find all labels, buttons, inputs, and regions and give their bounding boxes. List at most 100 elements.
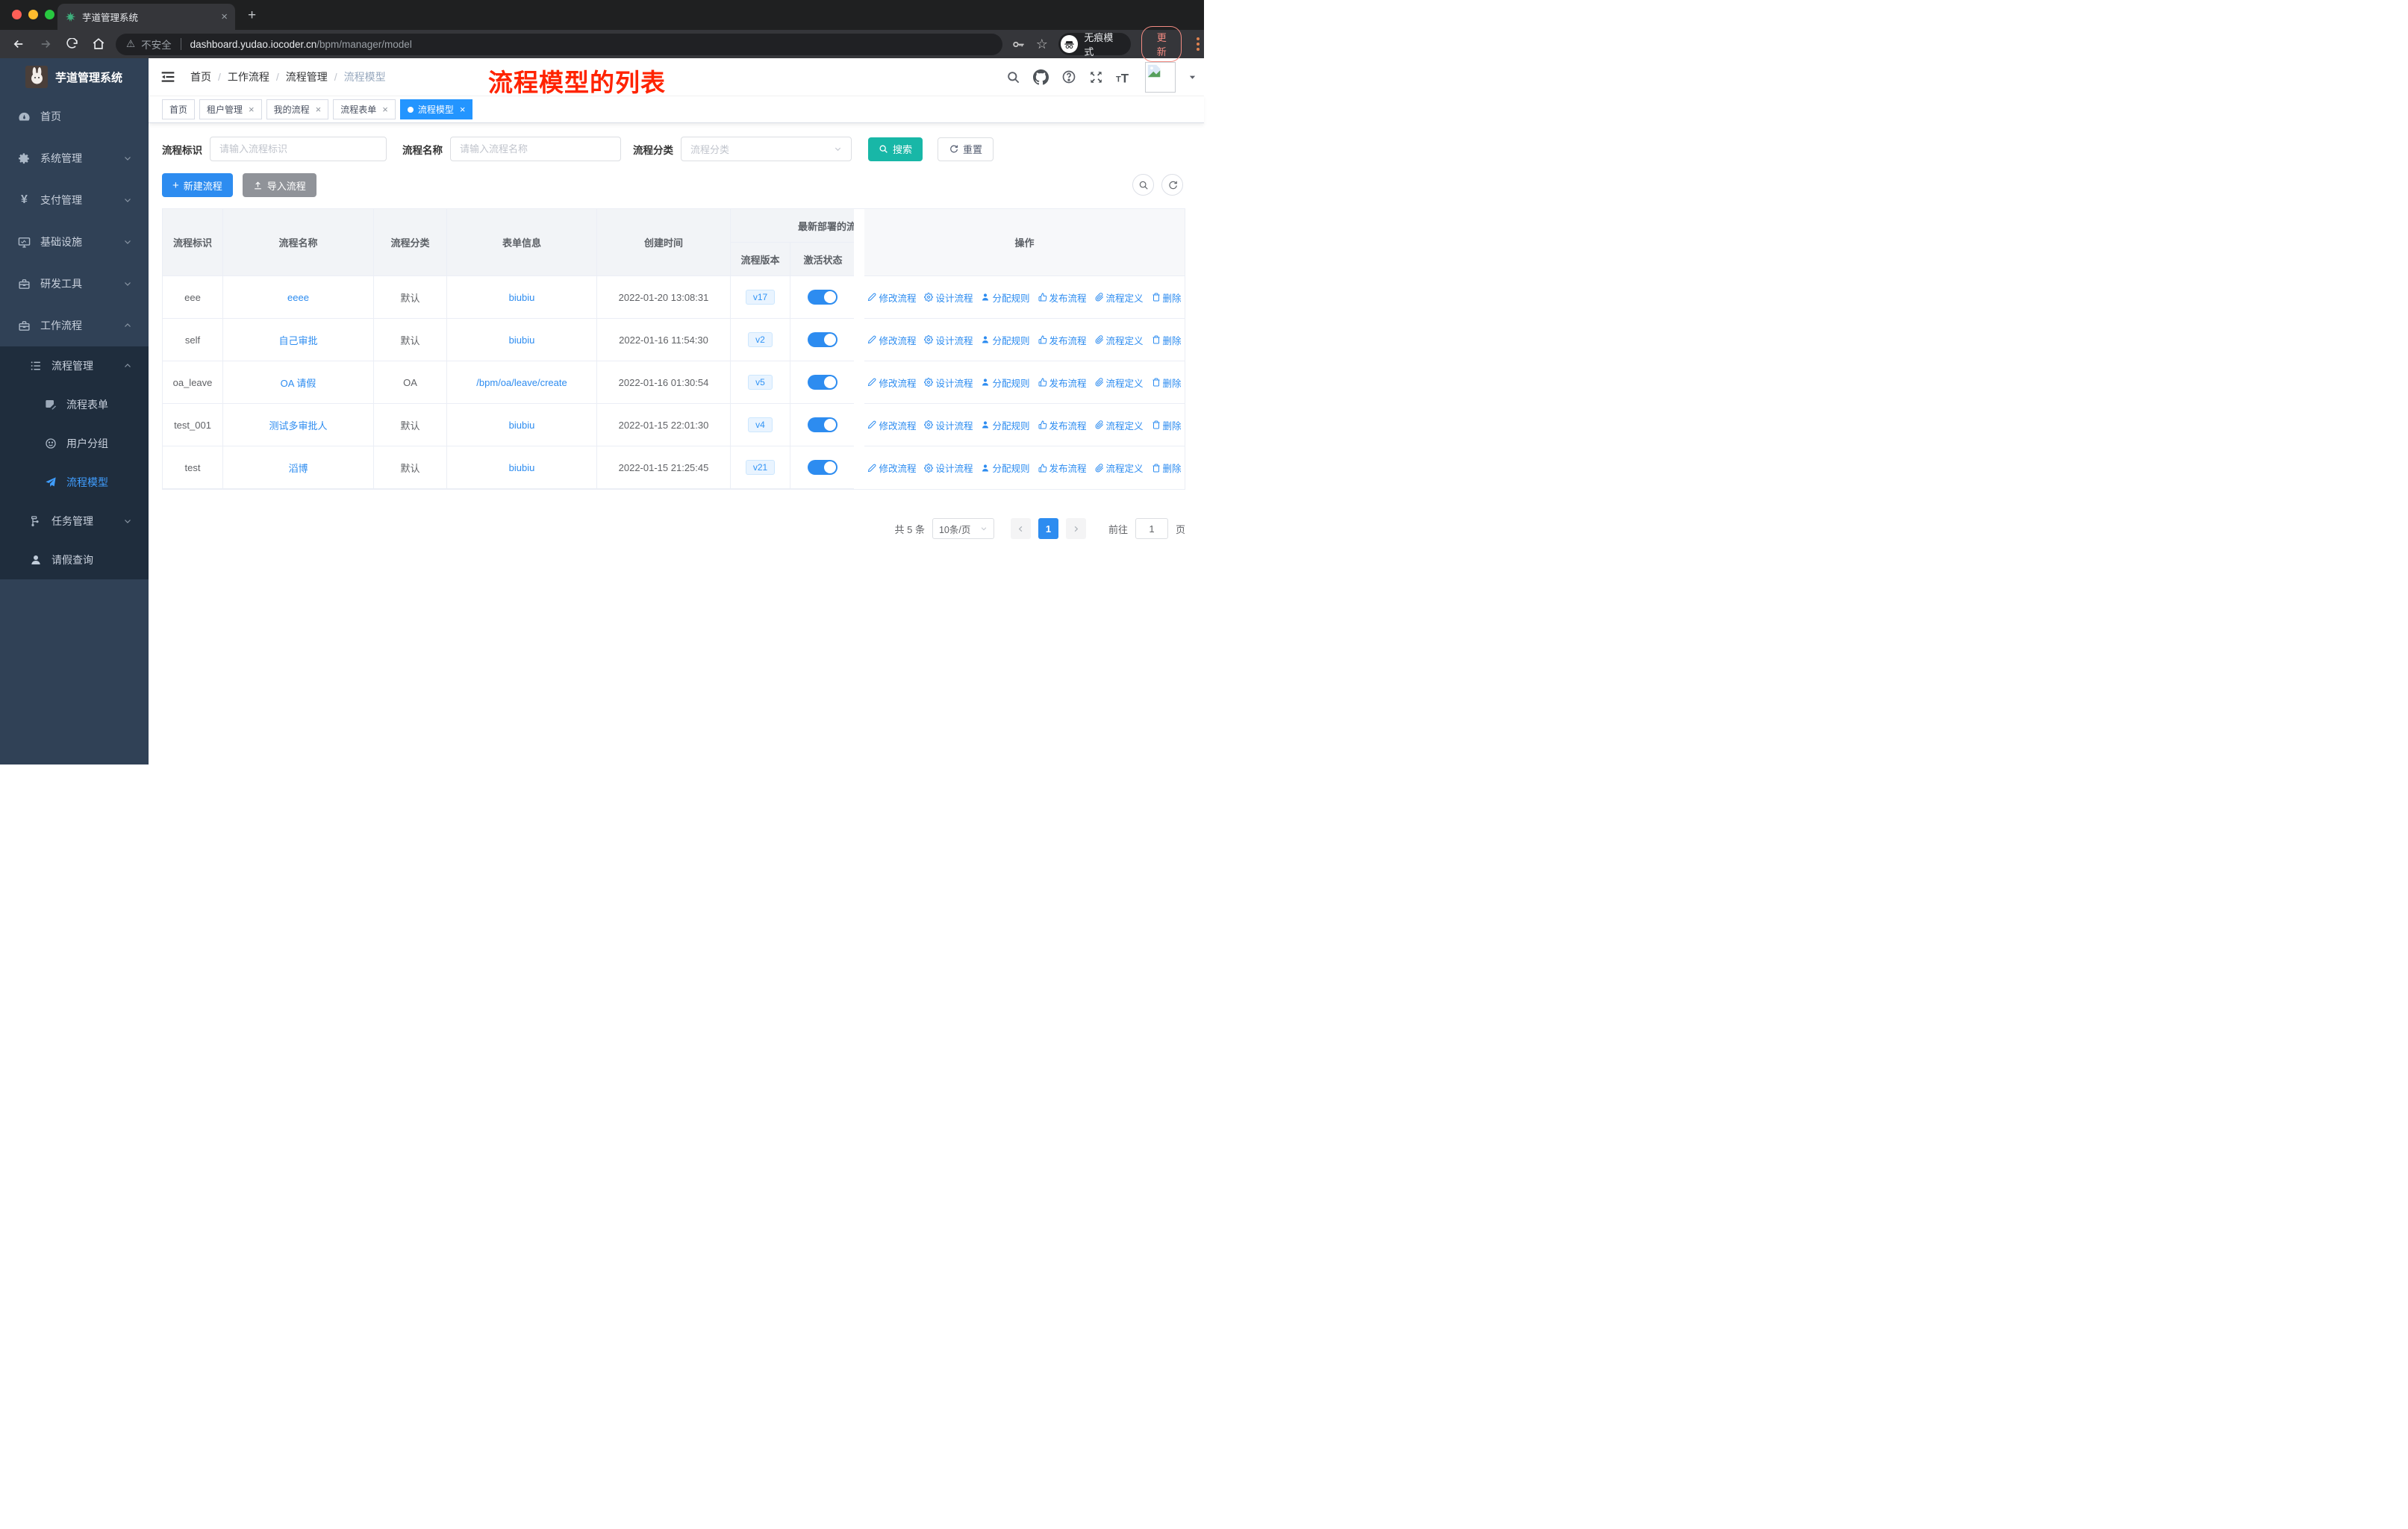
update-button[interactable]: 更新 xyxy=(1141,26,1182,62)
form-link[interactable]: biubiu xyxy=(509,462,535,473)
tab-close-icon[interactable]: × xyxy=(221,10,228,23)
process-name-link[interactable]: OA 请假 xyxy=(281,376,316,390)
search-icon[interactable] xyxy=(1006,70,1020,84)
goto-page-input[interactable] xyxy=(1135,518,1168,539)
form-link[interactable]: biubiu xyxy=(509,334,535,346)
assign-rule-link[interactable]: 分配规则 xyxy=(981,376,1030,390)
assign-rule-link[interactable]: 分配规则 xyxy=(981,461,1030,475)
forward-icon[interactable] xyxy=(39,37,52,51)
tag-process-form[interactable]: 流程表单 × xyxy=(333,99,396,119)
sidebar-item-payment[interactable]: ¥ 支付管理 xyxy=(0,179,149,221)
tag-tenant[interactable]: 租户管理 × xyxy=(199,99,262,119)
process-name-link[interactable]: 滔博 xyxy=(288,461,308,475)
page-1-button[interactable]: 1 xyxy=(1038,518,1058,539)
active-toggle[interactable] xyxy=(808,332,838,347)
sidebar-item-process-form[interactable]: 流程表单 xyxy=(0,385,149,424)
close-window-button[interactable] xyxy=(12,10,22,19)
search-button[interactable]: 搜索 xyxy=(868,137,923,161)
close-icon[interactable]: × xyxy=(249,104,255,115)
fullscreen-icon[interactable] xyxy=(1089,70,1103,84)
assign-rule-link[interactable]: 分配规则 xyxy=(981,333,1030,347)
caret-down-icon[interactable] xyxy=(1188,73,1197,81)
home-icon[interactable] xyxy=(92,37,105,51)
filter-name-input[interactable] xyxy=(450,137,621,161)
edit-process-link[interactable]: 修改流程 xyxy=(867,290,916,305)
minimize-window-button[interactable] xyxy=(28,10,38,19)
process-definition-link[interactable]: 流程定义 xyxy=(1095,376,1144,390)
design-process-link[interactable]: 设计流程 xyxy=(924,376,973,390)
sidebar-item-workflow[interactable]: 工作流程 xyxy=(0,305,149,346)
process-name-link[interactable]: 测试多审批人 xyxy=(269,418,327,432)
active-toggle[interactable] xyxy=(808,375,838,390)
security-label[interactable]: 不安全 xyxy=(141,37,172,52)
sidebar-item-infra[interactable]: 基础设施 xyxy=(0,221,149,263)
url-bar[interactable]: ⚠ 不安全 dashboard.yudao.iocoder.cn/bpm/man… xyxy=(116,33,1002,55)
breadcrumb-process-manage[interactable]: 流程管理 xyxy=(286,69,328,84)
sidebar-item-home[interactable]: 首页 xyxy=(0,96,149,137)
tag-home[interactable]: 首页 xyxy=(162,99,196,119)
github-icon[interactable] xyxy=(1033,69,1049,85)
import-process-button[interactable]: 导入流程 xyxy=(242,173,316,197)
sidebar-item-process-manage[interactable]: 流程管理 xyxy=(0,346,149,385)
user-avatar[interactable] xyxy=(1145,61,1176,93)
reset-button[interactable]: 重置 xyxy=(938,137,994,161)
bookmark-star-icon[interactable]: ☆ xyxy=(1036,37,1048,52)
delete-link[interactable]: 删除 xyxy=(1152,418,1182,432)
sidebar-item-system[interactable]: 系统管理 xyxy=(0,137,149,179)
sidebar-item-leave-query[interactable]: 请假查询 xyxy=(0,541,149,579)
next-page-button[interactable] xyxy=(1065,518,1086,539)
close-icon[interactable]: × xyxy=(460,104,466,115)
design-process-link[interactable]: 设计流程 xyxy=(924,290,973,305)
edit-process-link[interactable]: 修改流程 xyxy=(867,461,916,475)
breadcrumb-home[interactable]: 首页 xyxy=(190,69,211,84)
form-link[interactable]: biubiu xyxy=(509,292,535,303)
assign-rule-link[interactable]: 分配规则 xyxy=(981,290,1030,305)
delete-link[interactable]: 删除 xyxy=(1152,461,1182,475)
design-process-link[interactable]: 设计流程 xyxy=(924,418,973,432)
edit-process-link[interactable]: 修改流程 xyxy=(867,418,916,432)
process-name-link[interactable]: eeee xyxy=(287,292,309,303)
prev-page-button[interactable] xyxy=(1010,518,1031,539)
delete-link[interactable]: 删除 xyxy=(1152,333,1182,347)
deploy-process-link[interactable]: 发布流程 xyxy=(1038,461,1087,475)
delete-link[interactable]: 删除 xyxy=(1152,376,1182,390)
sidebar-item-devtools[interactable]: 研发工具 xyxy=(0,263,149,305)
breadcrumb-workflow[interactable]: 工作流程 xyxy=(228,69,269,84)
create-process-button[interactable]: + 新建流程 xyxy=(162,173,233,197)
form-link[interactable]: biubiu xyxy=(509,420,535,431)
process-definition-link[interactable]: 流程定义 xyxy=(1095,333,1144,347)
filter-id-input[interactable] xyxy=(210,137,387,161)
close-icon[interactable]: × xyxy=(316,104,322,115)
reload-icon[interactable] xyxy=(66,37,78,51)
browser-tab[interactable]: 芋道管理系统 × xyxy=(57,4,235,30)
tag-my-process[interactable]: 我的流程 × xyxy=(266,99,329,119)
design-process-link[interactable]: 设计流程 xyxy=(924,461,973,475)
deploy-process-link[interactable]: 发布流程 xyxy=(1038,418,1087,432)
process-name-link[interactable]: 自己审批 xyxy=(278,333,317,347)
assign-rule-link[interactable]: 分配规则 xyxy=(981,418,1030,432)
sidebar-item-process-model[interactable]: 流程模型 xyxy=(0,463,149,502)
new-tab-button[interactable]: + xyxy=(248,7,256,24)
close-icon[interactable]: × xyxy=(382,104,388,115)
edit-process-link[interactable]: 修改流程 xyxy=(867,333,916,347)
deploy-process-link[interactable]: 发布流程 xyxy=(1038,333,1087,347)
browser-menu-icon[interactable] xyxy=(1192,37,1204,51)
active-toggle[interactable] xyxy=(808,460,838,475)
hamburger-fold-icon[interactable] xyxy=(160,69,175,84)
page-size-select[interactable]: 10条/页 xyxy=(932,518,994,539)
filter-category-select[interactable]: 流程分类 xyxy=(681,137,852,161)
edit-process-link[interactable]: 修改流程 xyxy=(867,376,916,390)
key-icon[interactable] xyxy=(1011,37,1026,52)
process-definition-link[interactable]: 流程定义 xyxy=(1095,461,1144,475)
back-icon[interactable] xyxy=(12,37,25,51)
delete-link[interactable]: 删除 xyxy=(1152,290,1182,305)
sidebar-item-user-group[interactable]: 用户分组 xyxy=(0,424,149,463)
refresh-table-button[interactable] xyxy=(1161,174,1183,196)
font-size-icon[interactable]: TT xyxy=(1116,70,1132,84)
help-icon[interactable] xyxy=(1061,69,1076,84)
sidebar-item-task-manage[interactable]: 任务管理 xyxy=(0,502,149,541)
active-toggle[interactable] xyxy=(808,417,838,432)
show-search-button[interactable] xyxy=(1132,174,1154,196)
process-definition-link[interactable]: 流程定义 xyxy=(1095,418,1144,432)
maximize-window-button[interactable] xyxy=(45,10,54,19)
